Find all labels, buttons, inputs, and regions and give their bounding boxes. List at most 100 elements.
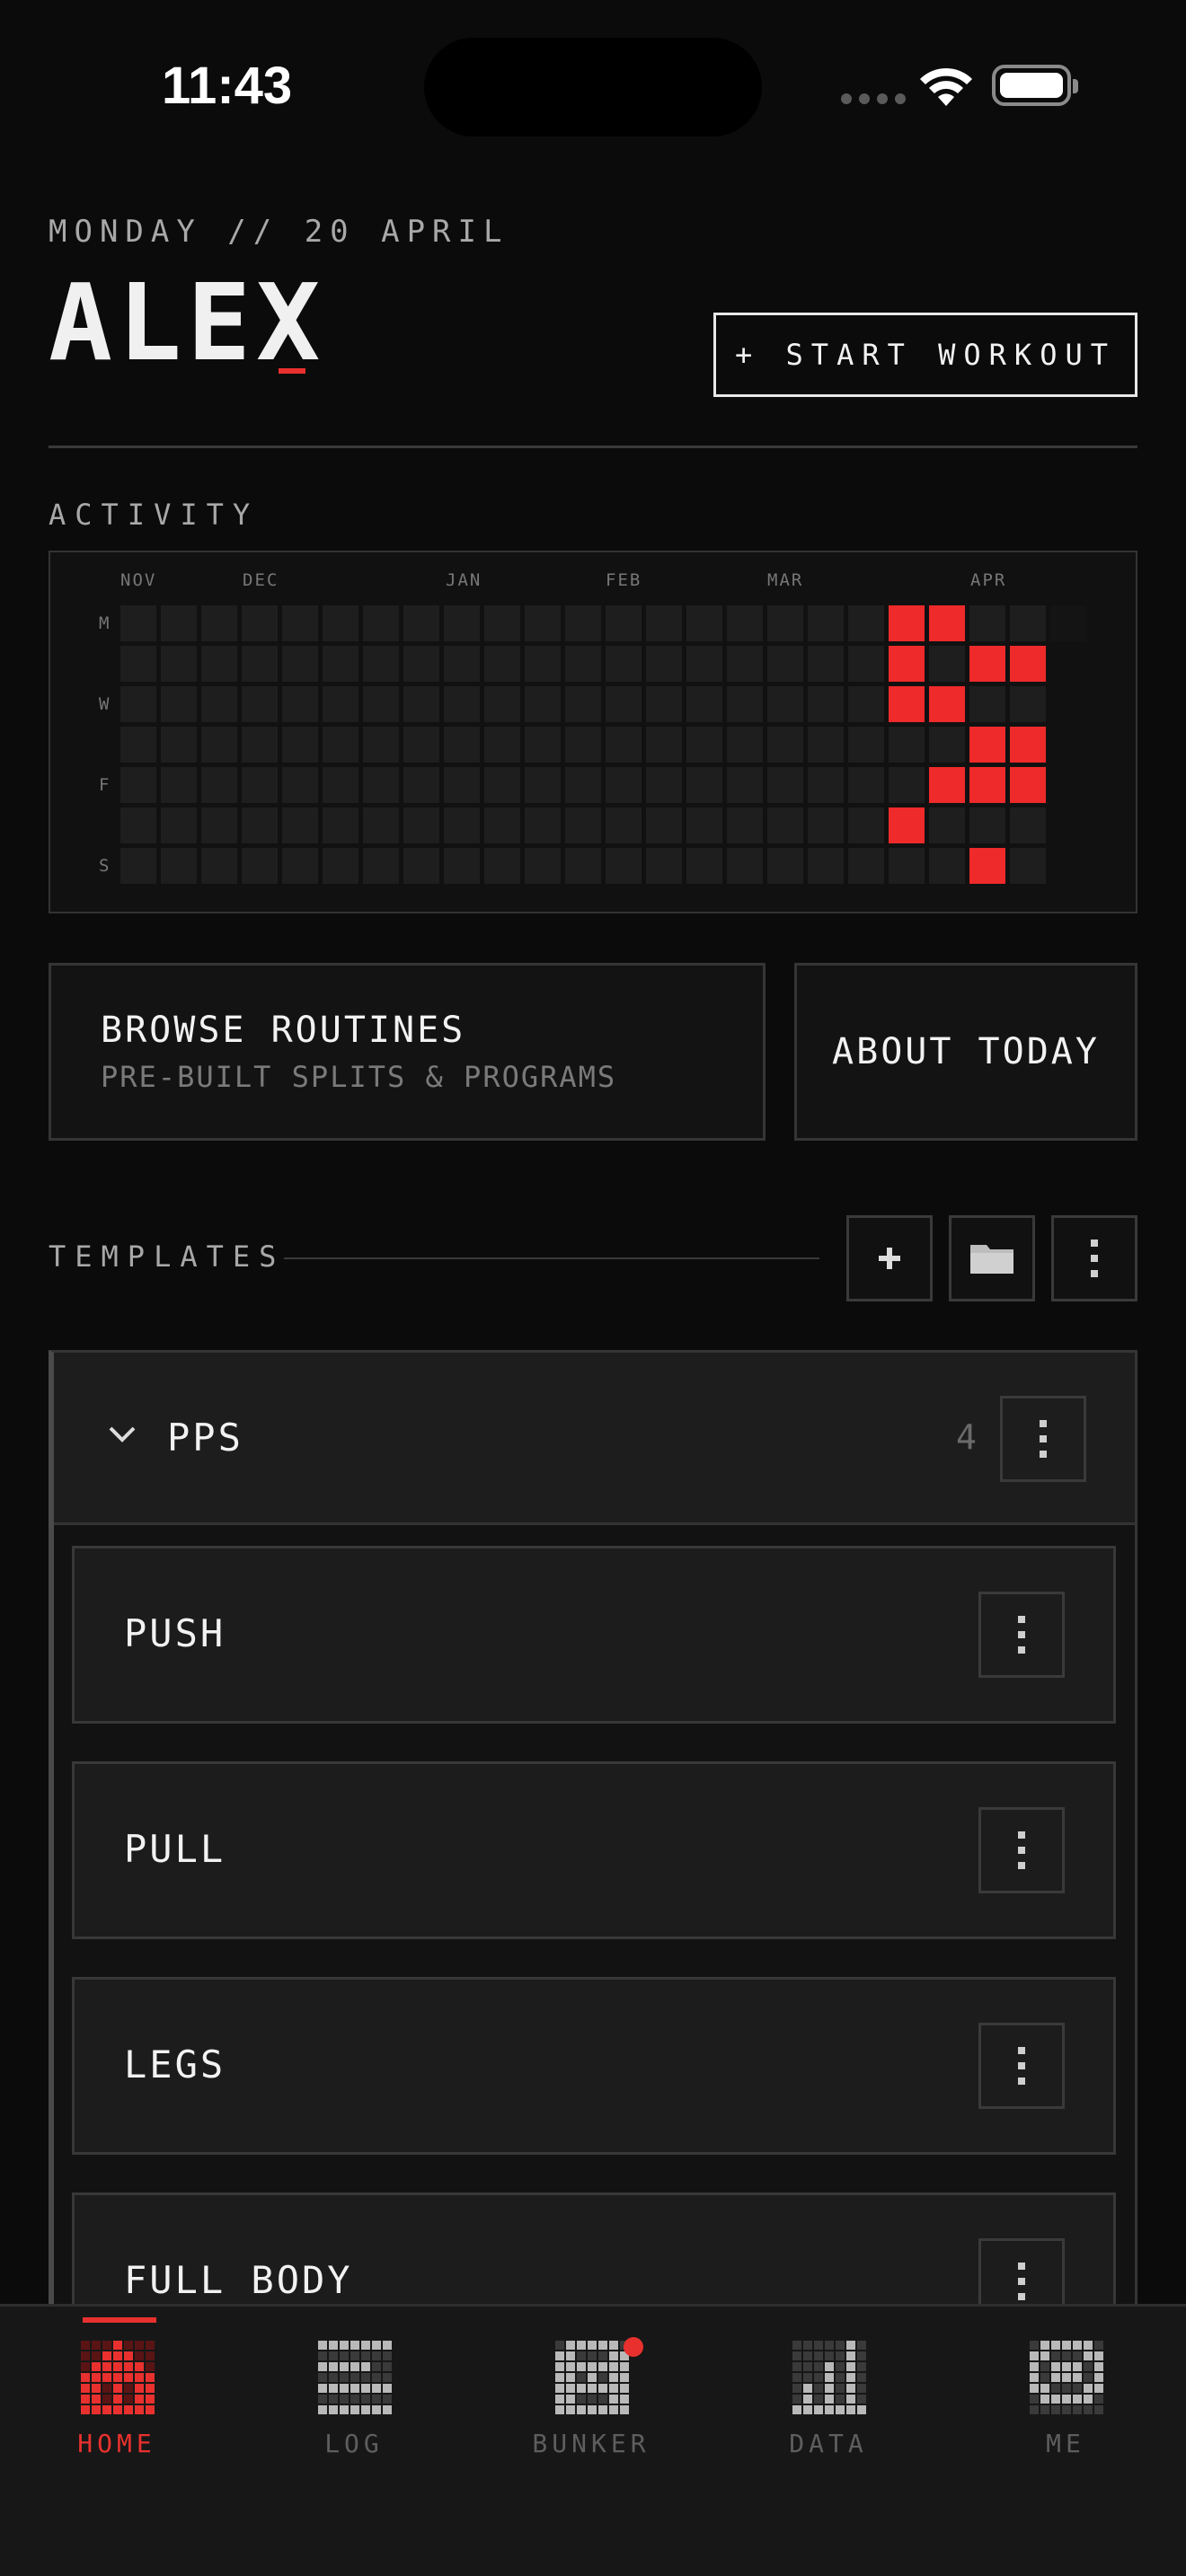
browse-routines-subtitle: PRE-BUILT SPLITS & PROGRAMS — [101, 1060, 617, 1094]
log-icon[interactable] — [318, 2341, 394, 2416]
heatmap-cell — [889, 767, 925, 803]
templates-label: TEMPLATES — [49, 1239, 286, 1274]
heatmap-cell — [1050, 605, 1086, 641]
heatmap-cell — [848, 807, 884, 843]
divider — [284, 1257, 819, 1259]
templates-more-button[interactable] — [1051, 1215, 1137, 1301]
month-label: FEB — [606, 570, 642, 590]
data-icon[interactable] — [792, 2341, 868, 2416]
heatmap-cell — [686, 686, 722, 722]
month-label: APR — [970, 570, 1007, 590]
add-template-button[interactable] — [846, 1215, 933, 1301]
tab-bunker[interactable]: BUNKER — [501, 2429, 681, 2458]
heatmap-cell — [686, 727, 722, 763]
heatmap-cell — [242, 848, 278, 884]
heatmap-cell — [646, 686, 682, 722]
heatmap-cell — [1010, 646, 1046, 682]
heatmap-cell — [686, 848, 722, 884]
heatmap-cell — [727, 646, 763, 682]
heatmap-cell — [323, 646, 358, 682]
folder-name: PPS — [167, 1416, 243, 1460]
heatmap-cell — [484, 848, 520, 884]
heatmap-cell — [969, 646, 1005, 682]
home-icon[interactable] — [81, 2341, 156, 2416]
heatmap-cell — [363, 807, 399, 843]
heatmap-cell — [525, 848, 561, 884]
heatmap-cell — [606, 686, 642, 722]
month-label: NOV — [120, 570, 157, 590]
heatmap-cell — [161, 767, 197, 803]
browse-routines-title: BROWSE ROUTINES — [101, 1010, 466, 1051]
kebab-icon — [1091, 1239, 1098, 1277]
heatmap-cell — [848, 767, 884, 803]
heatmap-cell — [889, 646, 925, 682]
heatmap-cell — [282, 807, 318, 843]
dynamic-island — [424, 38, 762, 137]
heatmap-cell — [242, 686, 278, 722]
heatmap-cell — [282, 686, 318, 722]
folder-more-button[interactable] — [1000, 1396, 1086, 1482]
heatmap-cell — [201, 848, 237, 884]
folder-count: 4 — [956, 1417, 977, 1457]
heatmap-cell — [525, 727, 561, 763]
template-name: LEGS — [124, 2042, 226, 2086]
template-item[interactable] — [72, 1546, 1116, 1724]
heatmap-cell — [929, 727, 965, 763]
heatmap-cell — [201, 767, 237, 803]
wifi-icon — [920, 67, 972, 106]
template-more-button[interactable] — [978, 1807, 1065, 1893]
heatmap-cell — [889, 605, 925, 641]
month-label: DEC — [243, 570, 279, 590]
me-icon[interactable] — [1030, 2341, 1105, 2416]
heatmap-cell — [363, 727, 399, 763]
tab-log[interactable]: LOG — [264, 2429, 444, 2458]
heatmap-cell — [120, 767, 156, 803]
heatmap-cell — [767, 686, 803, 722]
active-tab-indicator — [83, 2317, 156, 2323]
heatmap-cell — [1010, 848, 1046, 884]
heatmap-cell — [282, 767, 318, 803]
heatmap-cell — [403, 848, 439, 884]
heatmap-cell — [161, 605, 197, 641]
template-more-button[interactable] — [978, 2023, 1065, 2109]
tab-me[interactable]: ME — [976, 2429, 1155, 2458]
heatmap-cell — [646, 848, 682, 884]
tab-home[interactable]: HOME — [27, 2429, 207, 2458]
template-more-button[interactable] — [978, 1592, 1065, 1678]
heatmap-cell — [1010, 605, 1046, 641]
heatmap-cell — [565, 807, 601, 843]
new-folder-button[interactable] — [949, 1215, 1035, 1301]
heatmap-cell — [282, 605, 318, 641]
browse-routines-card[interactable] — [49, 963, 766, 1141]
tab-data[interactable]: DATA — [739, 2429, 918, 2458]
heatmap-cell — [686, 767, 722, 803]
template-item[interactable] — [72, 1761, 1116, 1939]
status-time: 11:43 — [162, 57, 293, 115]
template-item[interactable] — [72, 1977, 1116, 2155]
heatmap-cell — [525, 767, 561, 803]
start-workout-button[interactable]: + START WORKOUT — [713, 313, 1137, 397]
month-label: JAN — [446, 570, 482, 590]
heatmap-cell — [565, 767, 601, 803]
heatmap-cell — [767, 727, 803, 763]
heatmap-cell — [969, 767, 1005, 803]
heatmap-cell — [323, 767, 358, 803]
heatmap-cell — [120, 686, 156, 722]
heatmap-cell — [323, 686, 358, 722]
heatmap-cell — [889, 686, 925, 722]
heatmap-cell — [444, 605, 480, 641]
heatmap-cell — [646, 727, 682, 763]
heatmap-cell — [363, 686, 399, 722]
heatmap-cell — [363, 605, 399, 641]
chevron-down-icon[interactable] — [108, 1425, 137, 1444]
heatmap-cell — [848, 646, 884, 682]
heatmap-cell — [323, 605, 358, 641]
heatmap-cell — [727, 605, 763, 641]
heatmap-cell — [929, 807, 965, 843]
bunker-icon[interactable] — [555, 2341, 631, 2416]
heatmap-cell — [767, 807, 803, 843]
heatmap-cell — [848, 686, 884, 722]
heatmap-cell — [686, 807, 722, 843]
template-name: PUSH — [124, 1611, 226, 1655]
heatmap-cell — [727, 848, 763, 884]
